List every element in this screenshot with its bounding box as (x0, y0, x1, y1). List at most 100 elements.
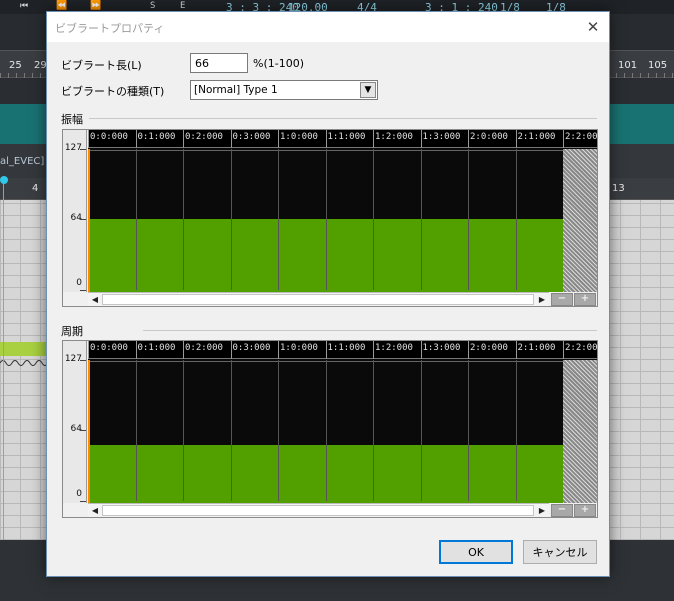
graph-plot-area[interactable]: 0:0:000 0:1:000 0:2:000 0:3:000 1:0:000 1:1:0… (88, 341, 597, 503)
time-tick-label: 1:1:000 (327, 132, 366, 142)
time-tick-label: 2:1:000 (517, 132, 556, 142)
grid-line (420, 360, 422, 501)
grid-line (373, 149, 374, 290)
scroll-thumb[interactable] (102, 505, 534, 516)
out-of-range-area (563, 360, 597, 503)
amplitude-graph[interactable]: 127 64 0 0:0:000 0:1:000 0:2:000 0:3:000 1:0:00… (62, 129, 598, 307)
y-tick (80, 218, 86, 220)
time-tick-label: 1:0:000 (280, 132, 318, 142)
end-marker-icon[interactable]: E (180, 1, 185, 11)
section-divider (143, 330, 597, 331)
scroll-left-icon[interactable]: ◀ (88, 293, 102, 306)
time-tick (515, 341, 517, 359)
graph-cursor (88, 360, 90, 503)
time-tick-label: 0:1:000 (137, 343, 176, 353)
horizontal-scrollbar[interactable]: ◀ ▶ (88, 292, 549, 306)
y-tick (80, 429, 86, 431)
y-tick (80, 501, 86, 502)
rewind-icon[interactable]: ⏪ (56, 1, 67, 11)
scroll-thumb[interactable] (102, 294, 534, 305)
time-ruler: 0:0:000 0:1:000 0:2:000 0:3:000 1:0:000 1:1:0… (88, 130, 597, 148)
time-tick (373, 341, 374, 359)
time-tick (468, 130, 469, 148)
horizontal-scrollbar[interactable]: ◀ ▶ (88, 503, 549, 517)
y-tick-label: 0 (76, 278, 82, 288)
vibrato-wave-icon (0, 360, 46, 366)
y-tick-label: 127 (64, 143, 82, 153)
y-tick (80, 290, 86, 291)
time-tick-label: 0:3:000 (232, 343, 271, 353)
time-tick (88, 341, 89, 359)
vibrato-type-value: [Normal] Type 1 (194, 84, 278, 96)
y-axis: 127 64 0 (63, 130, 87, 292)
y-tick-label: 127 (64, 354, 82, 364)
time-tick-label: 2:2:000 (565, 343, 597, 353)
y-tick-label: 64 (70, 423, 82, 434)
playhead-handle[interactable] (0, 176, 8, 184)
scroll-right-icon[interactable]: ▶ (535, 504, 549, 517)
time-tick (183, 130, 184, 148)
time-tick (563, 130, 564, 148)
time-tick-label: 0:0:000 (90, 343, 128, 353)
time-tick-label: 2:2:000 (565, 132, 597, 142)
zoom-in-icon[interactable]: + (574, 293, 596, 306)
vibrato-length-input[interactable] (190, 53, 248, 73)
zoom-in-icon[interactable]: + (574, 504, 596, 517)
note-block[interactable] (0, 342, 46, 356)
scroll-left-icon[interactable]: ◀ (88, 504, 102, 517)
time-tick-label: 1:3:000 (422, 132, 461, 142)
time-tick (278, 341, 279, 359)
cancel-button[interactable]: キャンセル (523, 540, 597, 564)
zoom-out-icon[interactable]: − (551, 504, 573, 517)
time-tick-label: 1:1:000 (327, 343, 366, 353)
period-section-label: 周期 (61, 325, 83, 338)
time-tick-label: 1:2:000 (375, 132, 413, 142)
scroll-right-icon[interactable]: ▶ (535, 293, 549, 306)
measure-number: 29 (34, 60, 47, 71)
vibrato-properties-dialog: ビブラートプロパティ ✕ ビブラート長(L) %(1-100) ビブラートの種類… (46, 11, 610, 577)
ok-button[interactable]: OK (439, 540, 513, 564)
time-tick-label: 1:2:000 (375, 343, 413, 353)
close-icon[interactable]: ✕ (581, 15, 605, 39)
out-of-range-area (563, 149, 597, 292)
period-graph[interactable]: 127 64 0 0:0:000 0:1:000 0:2:000 0:3:000 1:0:00… (62, 340, 598, 518)
time-tick (563, 341, 564, 359)
y-tick-label: 0 (76, 489, 82, 499)
time-tick (325, 341, 327, 359)
grid-line (230, 149, 232, 290)
dialog-titlebar[interactable]: ビブラートプロパティ ✕ (47, 12, 609, 42)
vibrato-length-label: ビブラート長(L) (61, 59, 142, 72)
vibrato-type-select[interactable]: [Normal] Type 1 ▼ (190, 80, 378, 100)
grid-line (278, 360, 279, 501)
grid-line (135, 149, 137, 290)
time-tick-label: 0:0:000 (90, 132, 128, 142)
graph-plot-area[interactable]: 0:0:000 0:1:000 0:2:000 0:3:000 1:0:000 1:1:0… (88, 130, 597, 292)
grid-line (183, 360, 184, 501)
y-tick (80, 149, 86, 150)
time-tick (183, 341, 184, 359)
grid-line (515, 149, 517, 290)
chevron-down-icon[interactable]: ▼ (360, 82, 376, 98)
time-tick-label: 2:0:000 (470, 132, 508, 142)
time-tick-label: 1:3:000 (422, 343, 461, 353)
grid-line (183, 149, 184, 290)
y-tick-label: 64 (70, 212, 82, 223)
measure-number: 25 (9, 60, 22, 71)
amplitude-section-label: 振幅 (61, 113, 83, 126)
grid-line (420, 149, 422, 290)
measure-number: 13 (612, 183, 625, 194)
time-tick (135, 341, 137, 359)
time-tick (515, 130, 517, 148)
playhead[interactable] (3, 178, 4, 540)
grid-line (325, 149, 327, 290)
grid-line (468, 149, 469, 290)
forward-icon[interactable]: ⏩ (90, 1, 101, 11)
time-ruler: 0:0:000 0:1:000 0:2:000 0:3:000 1:0:000 1:1:0… (88, 341, 597, 359)
rewind-start-icon[interactable]: ⏮ (20, 1, 28, 11)
zoom-out-icon[interactable]: − (551, 293, 573, 306)
time-tick-label: 1:0:000 (280, 343, 318, 353)
time-tick-label: 2:1:000 (517, 343, 556, 353)
start-marker-icon[interactable]: S (150, 1, 155, 11)
time-tick-label: 0:2:000 (185, 132, 223, 142)
time-tick-label: 0:1:000 (137, 132, 176, 142)
